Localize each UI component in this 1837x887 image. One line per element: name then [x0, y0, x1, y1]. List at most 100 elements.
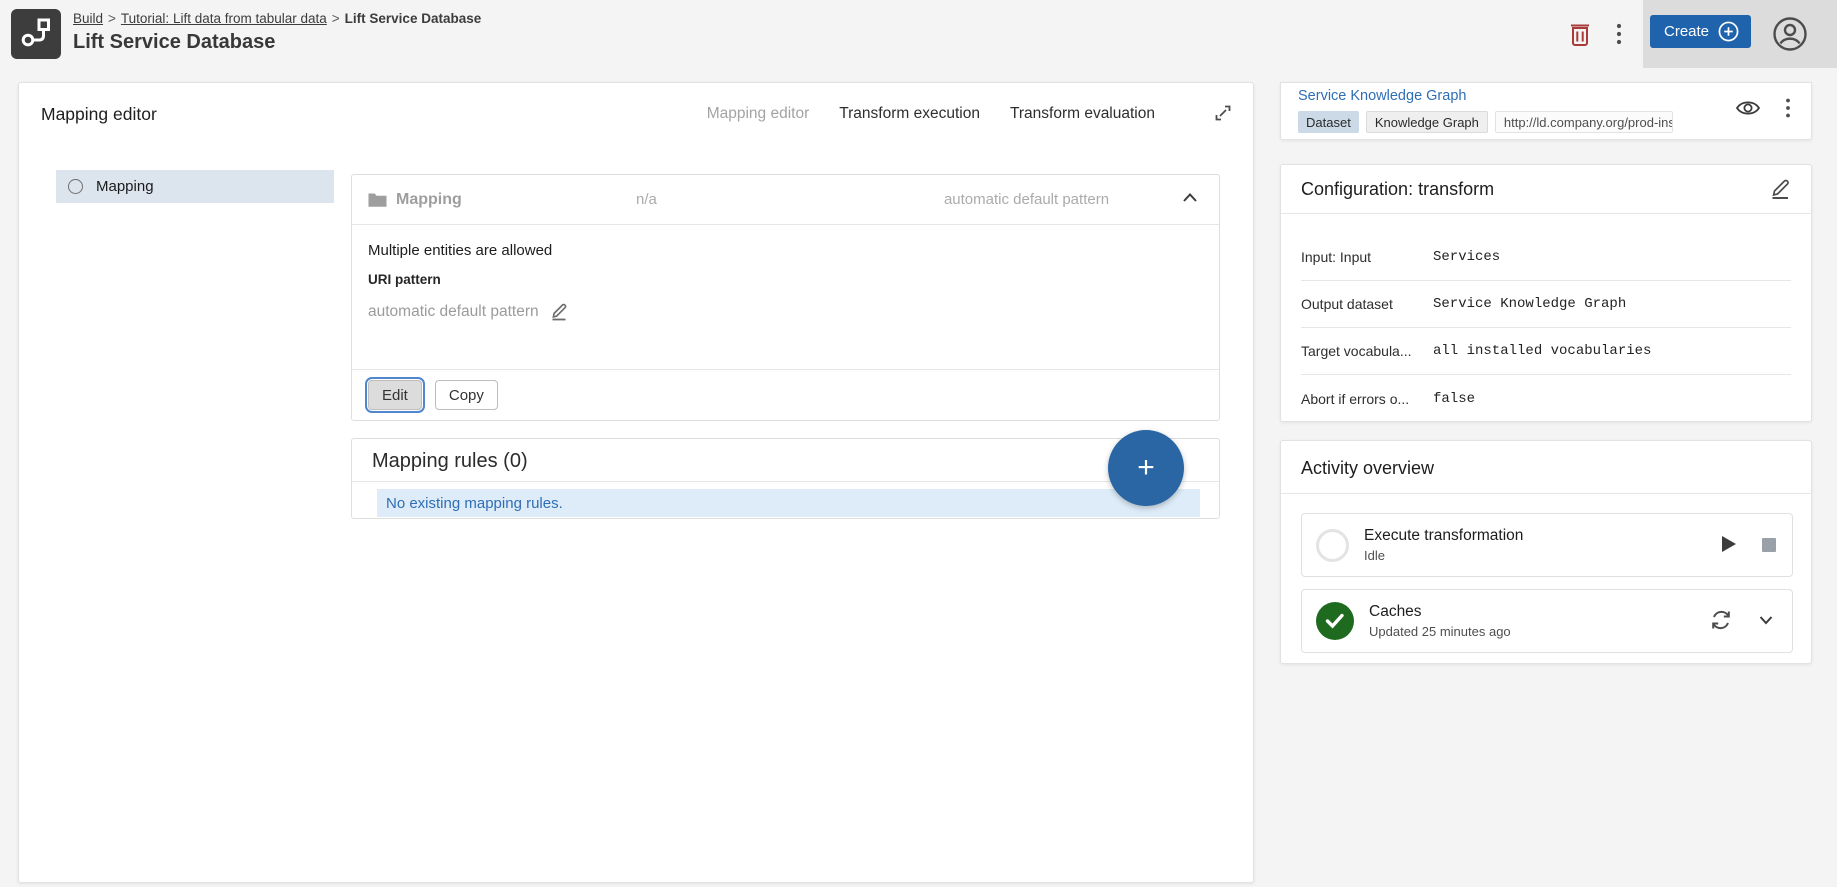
breadcrumb-current: Lift Service Database: [345, 11, 482, 26]
dataset-summary-card: Service Knowledge Graph Dataset Knowledg…: [1280, 82, 1812, 140]
create-button[interactable]: Create: [1650, 15, 1751, 48]
header-text-block: Build>Tutorial: Lift data from tabular d…: [73, 10, 481, 54]
uri-pattern-value: automatic default pattern: [368, 303, 539, 321]
expand-fullscreen-button[interactable]: [1211, 102, 1235, 126]
activity-row-execute-transformation: Execute transformation Idle: [1301, 513, 1793, 577]
preview-dataset-button[interactable]: [1734, 95, 1762, 123]
config-value: all installed vocabularies: [1433, 343, 1651, 359]
radio-circle-icon: [68, 179, 83, 194]
edit-configuration-button[interactable]: [1765, 174, 1795, 204]
config-label: Target vocabula...: [1301, 343, 1433, 359]
mapping-editor-panel: Mapping editor Mapping editor Transform …: [18, 82, 1254, 883]
dataset-more-menu-button[interactable]: [1779, 95, 1797, 123]
refresh-icon: [1709, 608, 1733, 635]
edit-button[interactable]: Edit: [368, 380, 422, 410]
config-value: Service Knowledge Graph: [1433, 296, 1626, 312]
breadcrumb-link-build[interactable]: Build: [73, 11, 103, 26]
page: Build>Tutorial: Lift data from tabular d…: [0, 0, 1837, 887]
page-title: Lift Service Database: [73, 31, 481, 54]
mapping-tree-item-label: Mapping: [96, 178, 154, 195]
mapping-type-value: n/a: [636, 191, 876, 208]
mapping-detail-body: Multiple entities are allowed URI patter…: [352, 225, 1219, 369]
kebab-icon: [1785, 97, 1791, 122]
breadcrumb-separator: >: [103, 11, 121, 26]
mapping-detail-card: Mapping n/a automatic default pattern Mu…: [351, 174, 1220, 421]
panel-title: Mapping editor: [41, 104, 157, 125]
plus-icon: +: [1137, 451, 1155, 485]
config-row-abort-on-errors: Abort if errors o... false: [1301, 375, 1791, 422]
tab-transform-execution[interactable]: Transform execution: [839, 105, 980, 123]
breadcrumb-separator: >: [327, 11, 345, 26]
expand-activity-button[interactable]: [1754, 609, 1778, 633]
dataset-link[interactable]: Service Knowledge Graph: [1298, 88, 1466, 104]
view-tabs: Mapping editor Transform execution Trans…: [707, 102, 1235, 126]
divider: [352, 481, 1219, 482]
reload-cache-button[interactable]: [1709, 609, 1733, 633]
eye-icon: [1735, 98, 1761, 121]
add-mapping-rule-fab[interactable]: +: [1108, 430, 1184, 506]
activity-name: Execute transformation: [1364, 527, 1719, 545]
divider: [1281, 493, 1811, 494]
uri-pattern-label: URI pattern: [368, 272, 1203, 287]
header-more-menu-button[interactable]: [1606, 21, 1632, 49]
chevron-up-icon: [1180, 188, 1200, 211]
activity-overview-title: Activity overview: [1281, 441, 1811, 493]
config-label: Input: Input: [1301, 249, 1433, 265]
stop-activity-button[interactable]: [1760, 536, 1778, 554]
mapping-tree-item[interactable]: Mapping: [56, 170, 334, 203]
create-button-label: Create: [1664, 23, 1709, 40]
pencil-icon: [548, 300, 570, 325]
mapping-detail-actions: Edit Copy: [352, 370, 1219, 420]
empty-rules-notice: No existing mapping rules.: [377, 489, 1200, 517]
activity-name: Caches: [1369, 603, 1709, 621]
sitemap-icon: [19, 15, 53, 54]
configuration-rows: Input: Input Services Output dataset Ser…: [1281, 214, 1811, 422]
config-row-target-vocabulary: Target vocabula... all installed vocabul…: [1301, 328, 1791, 375]
plus-circle-icon: [1718, 21, 1739, 42]
config-row-input: Input: Input Services: [1301, 234, 1791, 281]
activity-status: Idle: [1364, 548, 1719, 563]
mapping-rules-card: Mapping rules (0) No existing mapping ru…: [351, 438, 1220, 519]
tag-dataset: Dataset: [1298, 111, 1359, 133]
entities-note: Multiple entities are allowed: [368, 242, 1203, 259]
folder-icon: [368, 192, 387, 208]
breadcrumb-link-tutorial[interactable]: Tutorial: Lift data from tabular data: [121, 11, 327, 26]
edit-uri-pattern-button[interactable]: [547, 300, 571, 324]
account-icon: [1771, 15, 1809, 56]
status-idle-icon: [1316, 529, 1349, 562]
activity-status: Updated 25 minutes ago: [1369, 624, 1709, 639]
delete-button[interactable]: [1566, 21, 1594, 49]
config-row-output-dataset: Output dataset Service Knowledge Graph: [1301, 281, 1791, 328]
activity-row-caches: Caches Updated 25 minutes ago: [1301, 589, 1793, 653]
kebab-icon: [1615, 22, 1623, 49]
config-label: Output dataset: [1301, 296, 1433, 312]
mapping-detail-header[interactable]: Mapping n/a automatic default pattern: [352, 175, 1219, 224]
breadcrumb: Build>Tutorial: Lift data from tabular d…: [73, 10, 481, 27]
tab-mapping-editor[interactable]: Mapping editor: [707, 105, 810, 123]
config-value: Services: [1433, 249, 1500, 265]
mapping-detail-title: Mapping: [396, 191, 462, 209]
tab-transform-evaluation[interactable]: Transform evaluation: [1010, 105, 1155, 123]
expand-arrows-icon: [1212, 102, 1234, 127]
app-logo[interactable]: [11, 9, 61, 59]
configuration-card: Configuration: transform Input: Input Se…: [1280, 164, 1812, 422]
config-label: Abort if errors o...: [1301, 391, 1433, 407]
copy-button[interactable]: Copy: [435, 380, 498, 410]
panel-header: Mapping editor Mapping editor Transform …: [19, 83, 1253, 145]
mapping-pattern-value: automatic default pattern: [876, 191, 1177, 208]
trash-icon: [1568, 21, 1592, 50]
configuration-title: Configuration: transform: [1301, 179, 1494, 200]
app-header: Build>Tutorial: Lift data from tabular d…: [0, 0, 1837, 68]
start-activity-button[interactable]: [1719, 535, 1739, 555]
collapse-section-button[interactable]: [1177, 187, 1203, 213]
account-menu-button[interactable]: [1771, 16, 1809, 54]
chevron-down-icon: [1756, 610, 1776, 633]
play-icon: [1721, 535, 1737, 556]
stop-icon: [1762, 538, 1776, 552]
dataset-uri-value: http://ld.company.org/prod-inst: [1495, 111, 1673, 133]
activity-overview-card: Activity overview Execute transformation…: [1280, 440, 1812, 664]
pencil-icon: [1767, 175, 1793, 204]
config-value: false: [1433, 391, 1475, 407]
status-success-icon: [1316, 602, 1354, 640]
mapping-rules-title: Mapping rules (0): [352, 439, 1219, 481]
